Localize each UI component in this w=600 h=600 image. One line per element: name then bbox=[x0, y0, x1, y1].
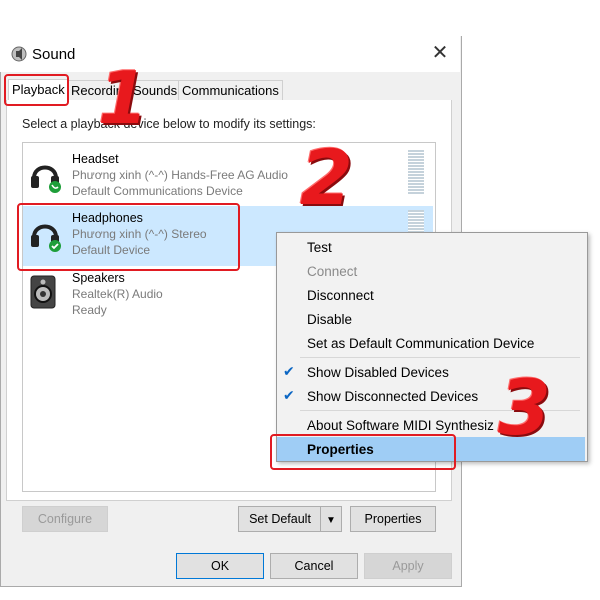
menu-item-connect[interactable]: Connect bbox=[307, 264, 357, 279]
check-icon: ✔ bbox=[283, 387, 295, 403]
device-name-speakers: Speakers bbox=[72, 271, 125, 285]
menu-item-show-disabled[interactable]: Show Disabled Devices bbox=[307, 365, 449, 380]
device-desc-headset: Phương xinh (^-^) Hands-Free AG Audio bbox=[72, 168, 288, 182]
menu-item-test[interactable]: Test bbox=[307, 240, 332, 255]
level-meter-headphones bbox=[408, 210, 424, 232]
set-default-button[interactable]: Set Default bbox=[238, 506, 322, 532]
annotation-box-playback bbox=[4, 74, 69, 106]
menu-item-set-default-comm[interactable]: Set as Default Communication Device bbox=[307, 336, 534, 351]
device-status-headset: Default Communications Device bbox=[72, 184, 243, 198]
speaker-app-icon bbox=[10, 45, 28, 63]
annotation-box-headphones bbox=[17, 203, 240, 271]
check-icon: ✔ bbox=[283, 363, 295, 379]
close-button[interactable]: ✕ bbox=[428, 41, 452, 65]
level-meter-headset bbox=[408, 150, 424, 194]
step-number-2: 2 bbox=[300, 133, 353, 222]
menu-item-show-disconnected[interactable]: Show Disconnected Devices bbox=[307, 389, 478, 404]
device-status-speakers: Ready bbox=[72, 303, 107, 317]
speaker-icon bbox=[28, 274, 58, 310]
window-title: Sound bbox=[32, 46, 76, 63]
menu-item-disconnect[interactable]: Disconnect bbox=[307, 288, 374, 303]
set-default-dropdown[interactable]: ▼ bbox=[320, 506, 342, 532]
headset-icon bbox=[28, 154, 64, 194]
device-name-headset: Headset bbox=[72, 152, 119, 166]
ok-button[interactable]: OK bbox=[176, 553, 264, 579]
tab-communications[interactable]: Communications bbox=[178, 80, 283, 101]
menu-separator bbox=[300, 357, 580, 358]
cancel-button[interactable]: Cancel bbox=[270, 553, 358, 579]
menu-item-disable[interactable]: Disable bbox=[307, 312, 352, 327]
device-desc-speakers: Realtek(R) Audio bbox=[72, 287, 163, 301]
annotation-box-properties bbox=[270, 434, 456, 470]
step-number-3: 3 bbox=[498, 363, 551, 452]
step-number-1: 1 bbox=[98, 56, 149, 140]
properties-button[interactable]: Properties bbox=[350, 506, 436, 532]
chevron-down-icon: ▼ bbox=[326, 515, 336, 526]
configure-button[interactable]: Configure bbox=[22, 506, 108, 532]
instruction-text: Select a playback device below to modify… bbox=[22, 117, 316, 131]
menu-item-about-midi[interactable]: About Software MIDI Synthesiz bbox=[307, 418, 494, 433]
apply-button[interactable]: Apply bbox=[364, 553, 452, 579]
